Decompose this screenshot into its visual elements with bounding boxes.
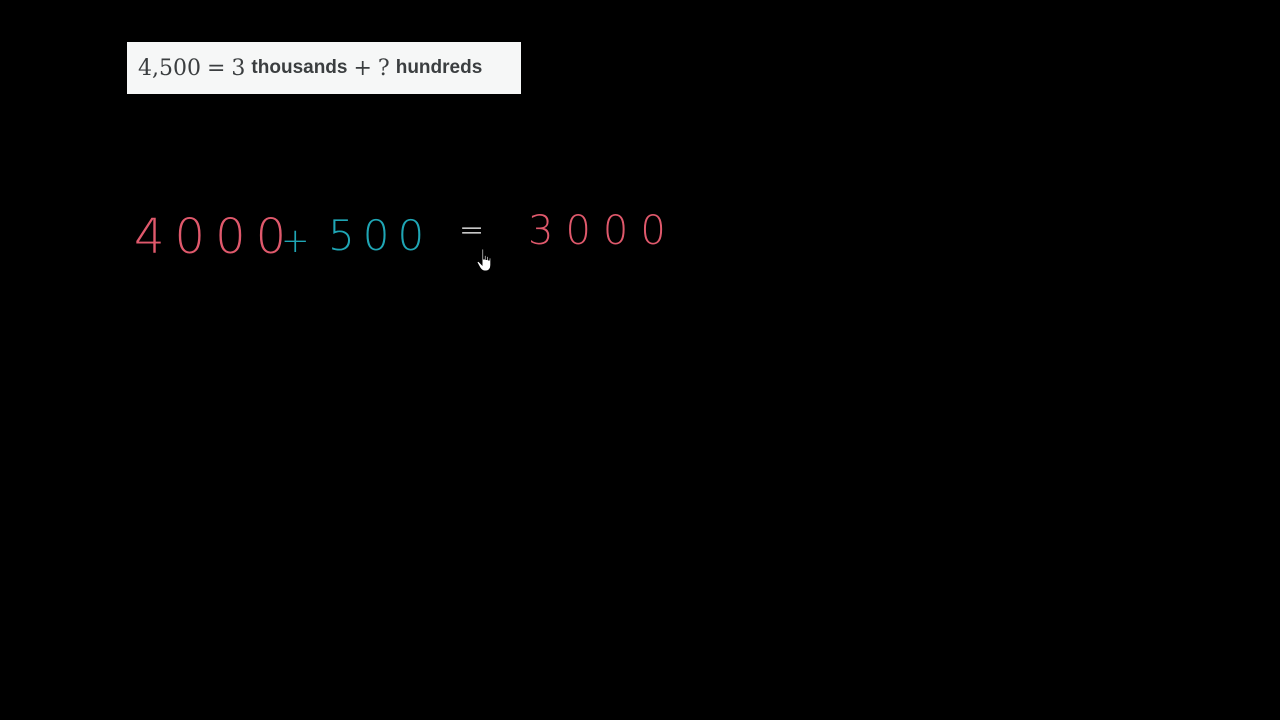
handwritten-3000: 3000	[528, 208, 678, 254]
handwritten-plus: +	[281, 221, 310, 261]
handwritten-4000: 4000	[134, 209, 296, 265]
drawing-canvas: 4000 + 500 = 3000	[134, 208, 678, 265]
handwritten-500: 500	[328, 211, 432, 260]
hand-pointer-icon	[476, 248, 492, 272]
handwritten-equals: =	[459, 213, 484, 248]
